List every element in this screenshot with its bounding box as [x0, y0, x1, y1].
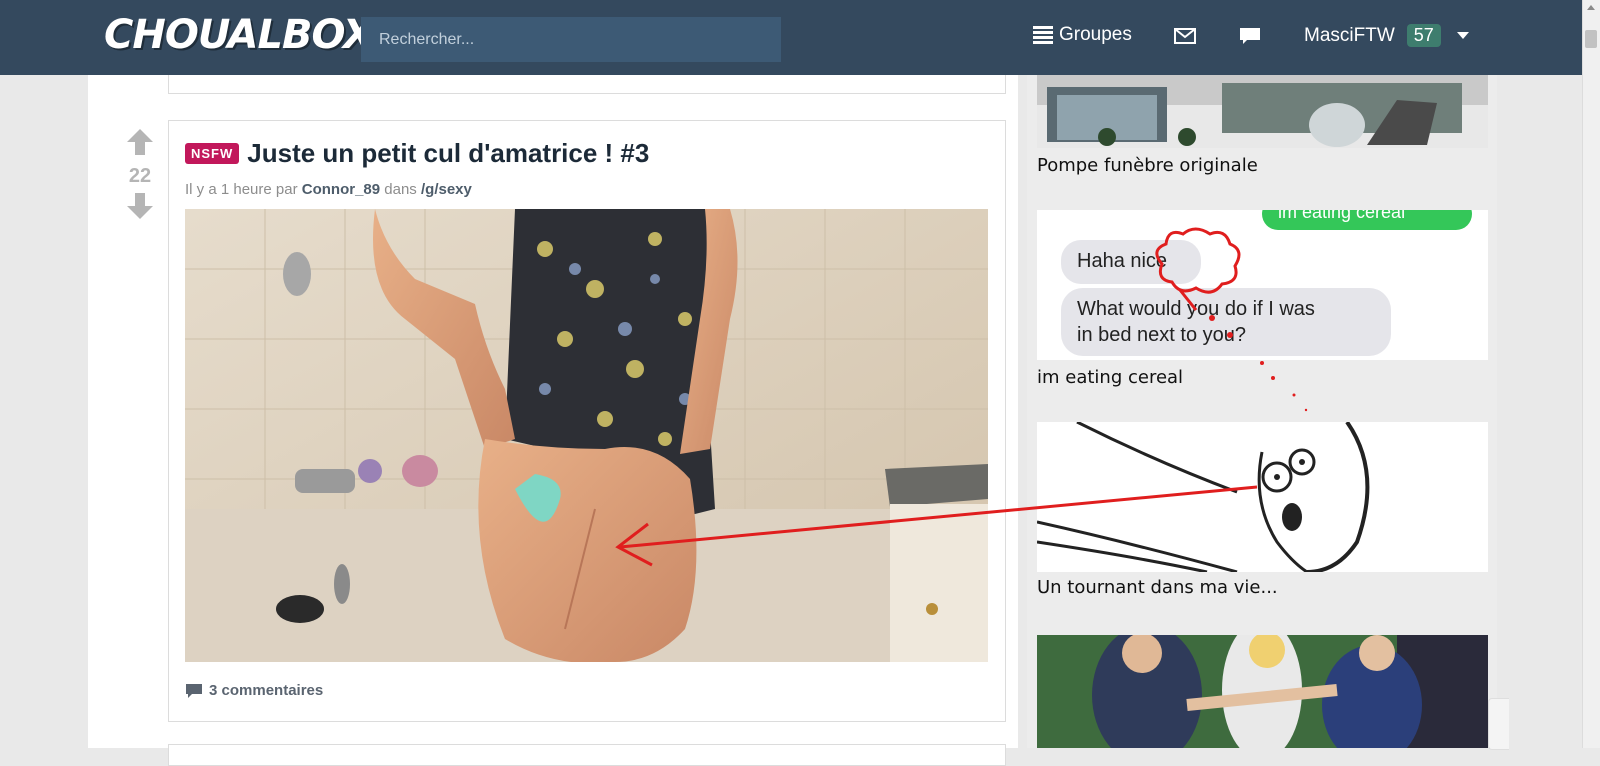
downvote-arrow-icon[interactable] [126, 192, 154, 220]
author-link[interactable]: Connor_89 [302, 181, 380, 198]
post-image[interactable] [185, 209, 988, 662]
chat-bubble-line-2: in bed next to you? [1077, 324, 1247, 346]
chat-button[interactable] [1239, 27, 1261, 45]
chevron-down-icon [1456, 32, 1469, 39]
scroll-up-arrow-icon[interactable] [1587, 5, 1595, 10]
chat-bubble-icon [1240, 28, 1260, 44]
top-navbar: CHOUALBOX Groupes MasciFTW 57 [0, 0, 1583, 75]
nsfw-badge: NSFW [185, 143, 240, 164]
user-menu[interactable]: MasciFTW 57 [1304, 24, 1469, 47]
group-link[interactable]: /g/sexy [421, 181, 472, 198]
post-header: NSFW Juste un petit cul d'amatrice ! #3 [185, 138, 649, 169]
comments-label: 3 commentaires [209, 682, 324, 699]
sidebar-thumb-1[interactable] [1037, 75, 1488, 148]
groups-label: Groupes [1059, 24, 1132, 45]
sidebar-caption-1[interactable]: Pompe funèbre originale [1037, 155, 1258, 176]
upvote-arrow-icon[interactable] [126, 128, 154, 156]
sidebar-caption-3[interactable]: Un tournant dans ma vie... [1037, 577, 1278, 598]
sidebar-thumb-2[interactable]: im eating cereal Haha nice What would yo… [1037, 210, 1488, 360]
post-meta: Il y a 1 heure par Connor_89 dans /g/sex… [185, 181, 472, 198]
chat-bubble-line-1: What would you do if I was [1077, 298, 1315, 320]
username: MasciFTW [1304, 24, 1395, 46]
groups-menu[interactable]: Groupes [1033, 24, 1132, 46]
points-badge: 57 [1406, 24, 1441, 47]
comments-link[interactable]: 3 commentaires [185, 682, 323, 699]
vote-count: 22 [128, 165, 152, 187]
comment-icon [186, 683, 202, 698]
chat-bubble-gray-short: Haha nice [1061, 240, 1201, 284]
sidebar-caption-2[interactable]: im eating cereal [1037, 367, 1183, 388]
page-scrollbar[interactable] [1582, 0, 1600, 748]
site-logo[interactable]: CHOUALBOX [104, 12, 374, 58]
sidebar-thumb-3[interactable] [1037, 422, 1488, 572]
post-in: dans [384, 181, 417, 198]
sidebar-thumb-4[interactable] [1037, 635, 1488, 748]
list-icon [1033, 26, 1053, 44]
chat-bubble-gray-long: What would you do if I was in bed next t… [1061, 288, 1391, 356]
post-time: Il y a 1 heure par [185, 181, 298, 198]
chat-bubble-green: im eating cereal [1262, 210, 1472, 230]
next-post-card [168, 744, 1006, 766]
back-to-top-button[interactable] [1488, 698, 1509, 750]
messages-button[interactable] [1174, 28, 1196, 44]
envelope-icon [1174, 28, 1196, 44]
search-input[interactable] [361, 17, 781, 62]
post-title[interactable]: Juste un petit cul d'amatrice ! #3 [247, 138, 649, 169]
vote-widget: 22 [125, 128, 155, 225]
scroll-thumb[interactable] [1585, 30, 1597, 48]
